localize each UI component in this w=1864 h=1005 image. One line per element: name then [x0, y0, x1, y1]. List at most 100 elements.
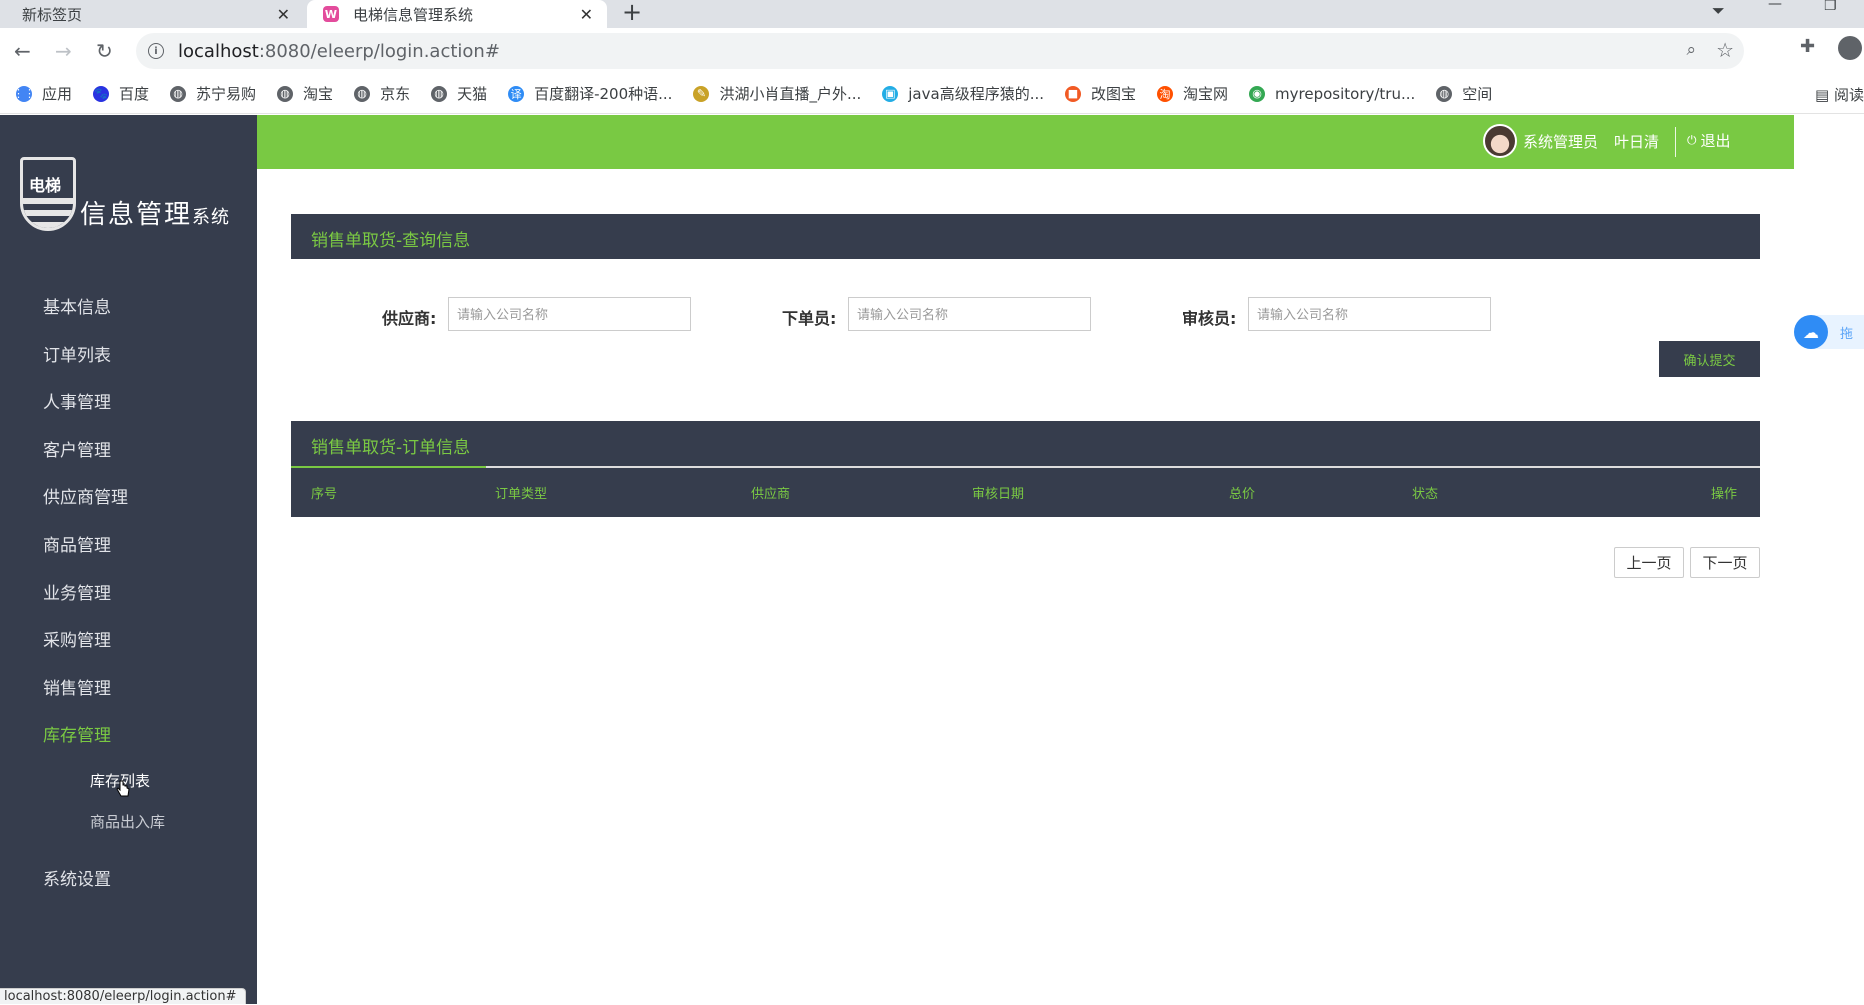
supplier-input[interactable] — [448, 297, 691, 331]
sidebar-item-products[interactable]: 商品管理 — [0, 523, 257, 571]
bookmark-item[interactable]: ⋮⋮ 应用 — [13, 83, 73, 104]
power-icon: ⏻ — [1687, 133, 1697, 147]
bookmark-label: 百度 — [119, 85, 150, 103]
profile-avatar-icon[interactable] — [1838, 36, 1862, 60]
url-host: localhost — [178, 40, 259, 62]
baidu-netdisk-float-widget[interactable]: ☁ 拖 — [1794, 315, 1864, 349]
app-logo: 电梯 信息管理系统 — [20, 157, 240, 237]
site-favicon-icon: W — [323, 6, 339, 22]
supplier-label: 供应商: — [382, 309, 437, 328]
sidebar-item-settings[interactable]: 系统设置 — [0, 857, 257, 905]
shield-logo-icon: 电梯 — [20, 157, 76, 231]
bookmark-label: 应用 — [42, 85, 73, 103]
header-divider — [1675, 127, 1676, 157]
bookmark-item[interactable]: ◍ 空间 — [1436, 83, 1492, 104]
feather-icon: ✎ — [693, 85, 710, 102]
site-info-icon[interactable]: i — [148, 43, 164, 59]
back-arrow-icon[interactable]: ← — [14, 39, 31, 63]
prev-page-button[interactable]: 上一页 — [1614, 547, 1684, 578]
address-bar[interactable]: i localhost:8080/eleerp/login.action# ⌕ … — [136, 33, 1744, 69]
reading-list[interactable]: ▤ 阅读 — [1815, 84, 1864, 105]
float-widget-text: 拖 — [1840, 326, 1854, 342]
logo-shield-text: 电梯 — [29, 176, 62, 195]
chrome-icon: ◉ — [1249, 85, 1266, 102]
order-clerk-label: 下单员: — [782, 309, 837, 328]
bookmark-item[interactable]: ▣ java高级程序猿的... — [882, 83, 1044, 104]
bookmark-item[interactable]: ✎ 洪湖小肖直播_户外... — [693, 83, 861, 104]
sidebar-menu: 基本信息 订单列表 人事管理 客户管理 供应商管理 商品管理 业务管理 采购管理… — [0, 285, 257, 905]
reading-list-label: 阅读 — [1833, 86, 1864, 104]
url-text[interactable]: localhost:8080/eleerp/login.action# — [178, 41, 500, 62]
new-tab-plus-icon[interactable]: + — [622, 0, 642, 26]
bookmark-label: java高级程序猿的... — [908, 85, 1044, 103]
reviewer-input[interactable] — [1248, 297, 1491, 331]
browser-tab-newtab[interactable]: 新标签页 ✕ — [0, 0, 304, 28]
extensions-puzzle-icon[interactable]: ✚ — [1800, 36, 1815, 57]
user-avatar[interactable] — [1483, 124, 1517, 158]
column-header-status: 状态 — [1412, 487, 1439, 502]
bookmark-label: 空间 — [1462, 85, 1493, 103]
baidu-cloud-icon: ☁ — [1794, 315, 1828, 349]
url-path: :8080/eleerp/login.action# — [258, 40, 500, 62]
next-page-button[interactable]: 下一页 — [1690, 547, 1760, 578]
column-header-actions: 操作 — [1711, 487, 1738, 502]
bookmark-star-icon[interactable]: ☆ — [1716, 38, 1734, 62]
column-header-supplier: 供应商 — [751, 487, 791, 502]
zoom-icon[interactable]: ⌕ — [1686, 40, 1696, 60]
browser-toolbar: ← → ↻ i localhost:8080/eleerp/login.acti… — [0, 28, 1864, 74]
minimize-icon[interactable]: — — [1768, 0, 1782, 12]
bookmark-item[interactable]: ■ 改图宝 — [1065, 83, 1136, 104]
bookmark-label: 苏宁易购 — [196, 85, 257, 103]
bookmark-item[interactable]: 🐾 百度 — [93, 83, 149, 104]
globe-icon: ◍ — [170, 85, 187, 102]
bookmark-item[interactable]: 淘淘宝网 — [1157, 83, 1228, 104]
taobao-icon: 淘 — [1157, 85, 1174, 102]
bookmark-item[interactable]: ◍ 京东 — [354, 83, 410, 104]
restore-icon[interactable]: ❐ — [1824, 0, 1837, 14]
tab-title: 电梯信息管理系统 — [353, 5, 474, 24]
forward-arrow-icon[interactable]: → — [55, 39, 72, 63]
close-tab-icon[interactable]: ✕ — [277, 5, 290, 24]
bookmark-item[interactable]: ◍ 淘宝 — [277, 83, 333, 104]
bookmark-item[interactable]: ◉ myrepository/tru... — [1249, 85, 1415, 103]
query-panel-header: 销售单取货-查询信息 — [291, 214, 1760, 259]
sidebar-item-sales[interactable]: 销售管理 — [0, 666, 257, 714]
sidebar-item-purchasing[interactable]: 采购管理 — [0, 618, 257, 666]
sidebar-item-business[interactable]: 业务管理 — [0, 571, 257, 619]
apps-grid-icon: ⋮⋮ — [13, 85, 35, 102]
browser-tab-elevator-system[interactable]: W 电梯信息管理系统 ✕ — [307, 0, 607, 28]
column-header-review-date: 审核日期 — [972, 487, 1025, 502]
bookmark-label: 改图宝 — [1091, 85, 1137, 103]
baidu-paw-icon: 🐾 — [93, 85, 110, 102]
bookmark-item[interactable]: ◍ 苏宁易购 — [170, 83, 256, 104]
sidebar-item-order-list[interactable]: 订单列表 — [0, 333, 257, 381]
globe-icon: ◍ — [354, 85, 371, 102]
sidebar-item-hr[interactable]: 人事管理 — [0, 380, 257, 428]
logout-label: 退出 — [1700, 132, 1731, 150]
bookmark-item[interactable]: ◍ 天猫 — [431, 83, 487, 104]
logout-button[interactable]: ⏻ 退出 — [1687, 130, 1731, 151]
user-name[interactable]: 叶日清 — [1614, 131, 1659, 152]
bookmark-label: 百度翻译-200种语... — [534, 85, 673, 103]
sidebar-subitem-stock-in-out[interactable]: 商品出入库 — [0, 802, 257, 843]
reviewer-label: 审核员: — [1182, 309, 1237, 328]
globe-icon: ◍ — [277, 85, 294, 102]
logo-title-main: 信息管理 — [80, 200, 193, 230]
reload-icon[interactable]: ↻ — [96, 39, 113, 63]
user-role: 系统管理员 — [1523, 133, 1599, 151]
confirm-submit-button[interactable]: 确认提交 — [1659, 341, 1760, 377]
tab-search-icon[interactable]: ⏷ — [1712, 1, 1725, 21]
column-header-index: 序号 — [311, 487, 338, 502]
sidebar-item-suppliers[interactable]: 供应商管理 — [0, 475, 257, 523]
bookmark-item[interactable]: 译百度翻译-200种语... — [508, 83, 672, 104]
sidebar-item-basic-info[interactable]: 基本信息 — [0, 285, 257, 333]
browser-tabstrip: 新标签页 ✕ W 电梯信息管理系统 ✕ + ⏷ — ❐ — [0, 0, 1864, 28]
orders-table-header: 序号 订单类型 供应商 审核日期 总价 状态 操作 — [291, 468, 1760, 517]
sidebar-item-inventory[interactable]: 库存管理 — [0, 713, 257, 761]
close-tab-icon[interactable]: ✕ — [580, 5, 593, 24]
order-clerk-input[interactable] — [848, 297, 1091, 331]
bookmarks-bar: ⋮⋮ 应用 🐾 百度 ◍ 苏宁易购 ◍ 淘宝 ◍ 京东 ◍ 天猫 译百度翻译-200种语... ✎ 洪湖小肖… — [0, 74, 1864, 114]
sidebar-item-customers[interactable]: 客户管理 — [0, 428, 257, 476]
orders-panel-title: 销售单取货-订单信息 — [311, 438, 471, 458]
sidebar: 电梯 信息管理系统 基本信息 订单列表 人事管理 客户管理 供应商管理 商品管理… — [0, 115, 257, 1004]
